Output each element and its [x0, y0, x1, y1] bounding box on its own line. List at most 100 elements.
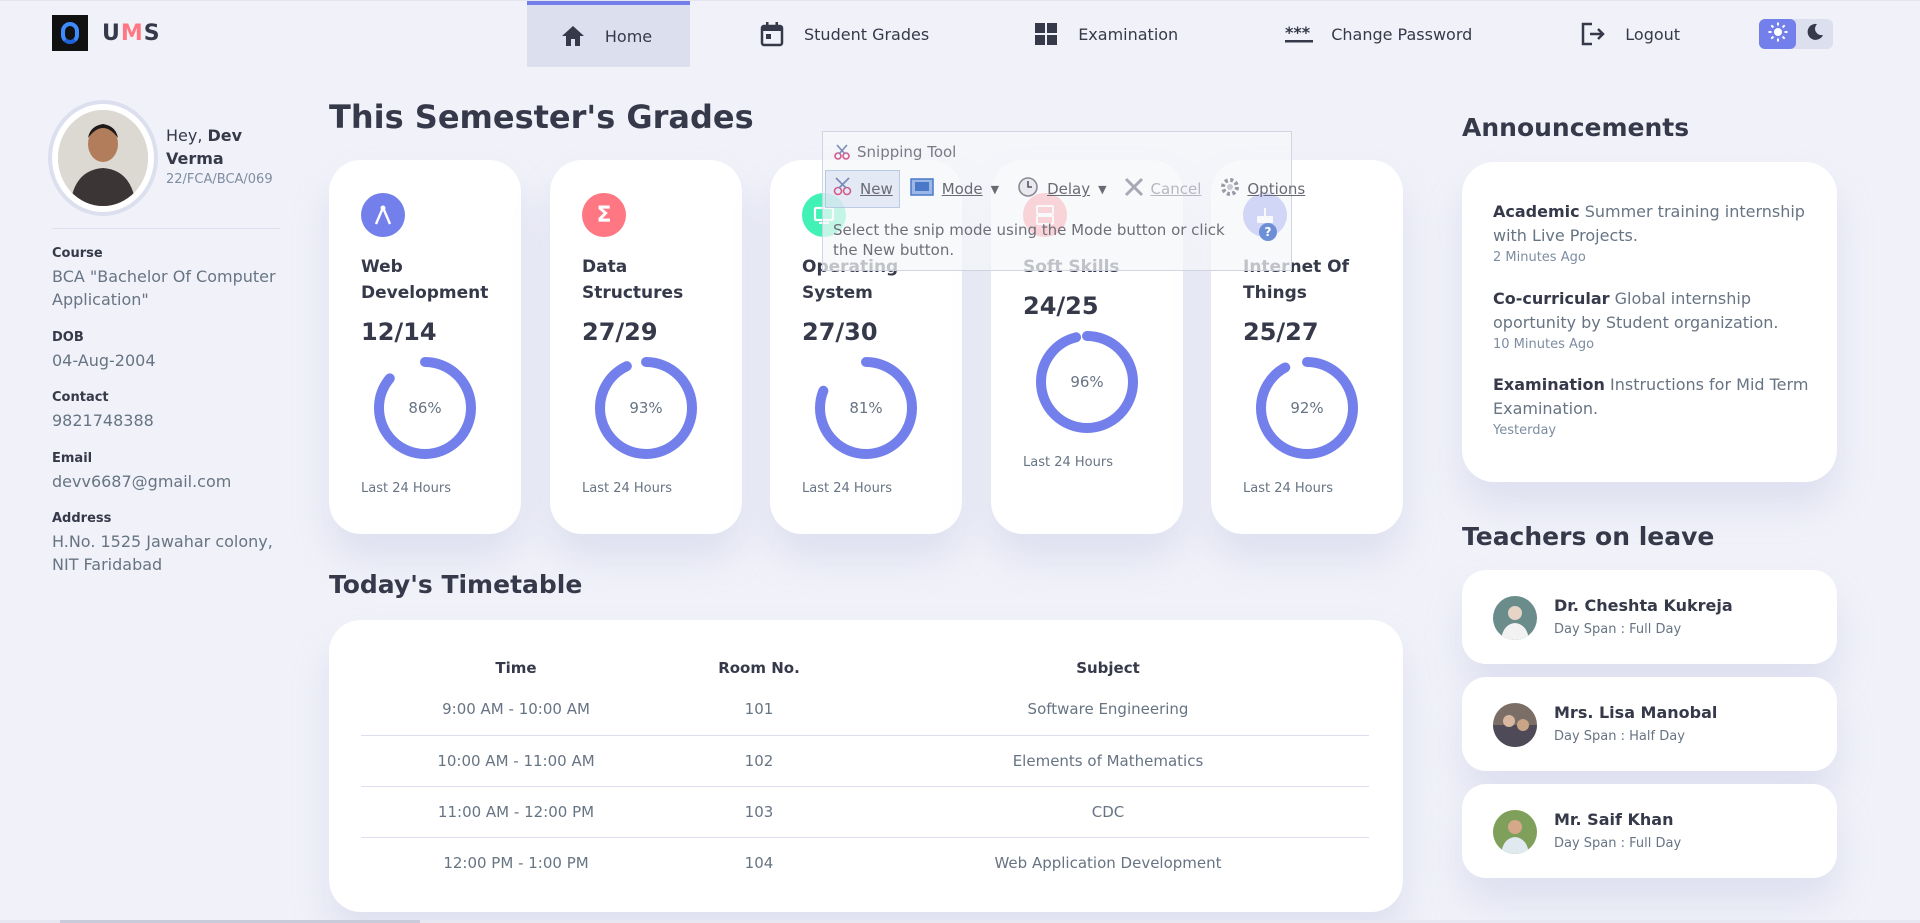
- snip-mode-button[interactable]: Mode ▼: [904, 170, 1005, 208]
- scissors-icon: [832, 177, 854, 201]
- snip-cancel-button[interactable]: Cancel: [1117, 170, 1208, 208]
- theme-toggle[interactable]: [1759, 19, 1833, 49]
- announcement-text: Co-curricular Global internship oportuni…: [1493, 289, 1779, 332]
- time-cell: 12:00 PM - 1:00 PM: [443, 853, 589, 872]
- table-row: 10:00 AM - 11:00 AM 102 Elements of Math…: [361, 735, 1369, 787]
- announcement-item[interactable]: Co-curricular Global internship oportuni…: [1493, 287, 1813, 352]
- snip-options-button[interactable]: Options: [1213, 170, 1311, 208]
- time-cell: 9:00 AM - 10:00 AM: [361, 684, 671, 736]
- svg-text:***: ***: [1285, 24, 1311, 42]
- email-label: Email: [52, 451, 93, 466]
- light-mode-button[interactable]: [1759, 19, 1796, 49]
- time-cell: 10:00 AM - 11:00 AM: [361, 735, 671, 787]
- teacher-day-span: Day Span : Half Day: [1554, 729, 1685, 744]
- profile-photo: [52, 104, 154, 212]
- announcement-item[interactable]: Academic Summer training internship with…: [1493, 200, 1813, 265]
- calendar-icon: [758, 20, 786, 48]
- dob-field: DOB 04-Aug-2004: [52, 330, 280, 372]
- nav-student-grades-label: Student Grades: [804, 24, 930, 44]
- room-cell: 103: [671, 786, 847, 838]
- contact-field: Contact 9821748388: [52, 390, 280, 432]
- timetable-card: Time Room No. Subject 9:00 AM - 10:00 AM…: [329, 620, 1403, 912]
- teacher-card[interactable]: Mr. Saif Khan Day Span : Full Day: [1462, 784, 1837, 878]
- dropdown-arrow-icon: ▼: [990, 182, 1000, 196]
- avatar: [58, 110, 148, 206]
- divider: [52, 228, 280, 229]
- moon-icon: [1806, 23, 1824, 45]
- card-caption: Last 24 Hours: [802, 481, 892, 496]
- snip-new-button[interactable]: New: [825, 170, 900, 208]
- close-icon: [1123, 176, 1145, 202]
- sigma-icon: Σ: [582, 193, 626, 237]
- snip-delay-button[interactable]: Delay ▼: [1011, 170, 1112, 208]
- subject-name: Web Development: [361, 257, 489, 303]
- progress-percent: 92%: [1290, 399, 1324, 417]
- announcements-card: Academic Summer training internship with…: [1462, 162, 1837, 482]
- email-value: devv6687@gmail.com: [52, 472, 232, 491]
- logo-text: UMS: [102, 20, 161, 46]
- progress-ring: 96%: [1035, 330, 1139, 434]
- column-header-room: Room No.: [718, 659, 800, 677]
- table-row: 9:00 AM - 10:00 AM 101 Software Engineer…: [361, 684, 1369, 736]
- dark-mode-button[interactable]: [1796, 19, 1833, 49]
- grade-card[interactable]: Σ Data Structures 27/29 93% Last 24 Hour…: [550, 160, 742, 534]
- table-header-row: Time Room No. Subject: [361, 652, 1369, 684]
- teacher-avatar: [1493, 596, 1537, 640]
- subject-cell: Software Engineering: [847, 684, 1369, 736]
- announcements-heading: Announcements: [1462, 113, 1690, 142]
- announcement-text: Examination Instructions for Mid Term Ex…: [1493, 375, 1809, 418]
- snipping-tool-window[interactable]: Snipping Tool New Mode▼ Delay▼ Cancel: [822, 131, 1305, 271]
- nav-examination[interactable]: Examination: [1032, 1, 1178, 67]
- announcement-tag: Co-curricular: [1493, 289, 1610, 308]
- grade-card[interactable]: Web Development 12/14 86% Last 24 Hours: [329, 160, 521, 534]
- card-caption: Last 24 Hours: [1023, 455, 1113, 470]
- logo[interactable]: UMS: [52, 15, 161, 51]
- announcement-tag: Academic: [1493, 202, 1580, 221]
- teacher-day-span: Day Span : Full Day: [1554, 622, 1682, 637]
- card-caption: Last 24 Hours: [361, 481, 451, 496]
- subject-score: 24/25: [1023, 292, 1099, 320]
- sun-icon: [1768, 22, 1788, 46]
- column-header-subject: Subject: [1076, 659, 1140, 677]
- announcement-item[interactable]: Examination Instructions for Mid Term Ex…: [1493, 373, 1813, 438]
- password-icon: ***: [1285, 20, 1314, 48]
- nav-logout-label: Logout: [1625, 24, 1681, 44]
- teacher-day-span: Day Span : Full Day: [1554, 836, 1682, 851]
- greeting: Hey, Dev Verma: [166, 126, 243, 168]
- address-label: Address: [52, 511, 112, 526]
- teacher-card[interactable]: Mrs. Lisa Manobal Day Span : Half Day: [1462, 677, 1837, 771]
- course-label: Course: [52, 246, 103, 261]
- profile-panel: Hey, Dev Verma 22/FCA/BCA/069 Course BCA…: [52, 104, 280, 574]
- dob-label: DOB: [52, 330, 84, 345]
- roll-number: 22/FCA/BCA/069: [166, 172, 273, 187]
- progress-ring: 93%: [594, 356, 698, 460]
- progress-ring: 81%: [814, 356, 918, 460]
- subject-score: 27/30: [802, 318, 878, 346]
- gear-icon: [1219, 176, 1241, 202]
- progress-percent: 93%: [629, 399, 663, 417]
- nav-logout[interactable]: Logout: [1579, 1, 1680, 67]
- nav-change-password[interactable]: *** Change Password: [1285, 1, 1472, 67]
- teacher-card[interactable]: Dr. Cheshta Kukreja Day Span : Full Day: [1462, 570, 1837, 664]
- main-nav: Home Student Grades Examination *** Chan…: [527, 1, 1680, 67]
- nav-student-grades[interactable]: Student Grades: [758, 1, 929, 67]
- nav-home[interactable]: Home: [527, 1, 690, 67]
- address-value: H.No. 1525 Jawahar colony, NIT Faridabad: [52, 532, 273, 574]
- top-navigation: UMS Home Student Grades Examination *** …: [0, 0, 1920, 67]
- subject-name: Data Structures: [582, 257, 684, 303]
- compass-icon: [361, 193, 405, 237]
- teachers-leave-heading: Teachers on leave: [1462, 522, 1715, 551]
- teacher-avatar: [1493, 703, 1537, 747]
- announcement-tag: Examination: [1493, 375, 1605, 394]
- progress-percent: 81%: [849, 399, 883, 417]
- contact-label: Contact: [52, 390, 109, 405]
- email-field: Email devv6687@gmail.com: [52, 451, 280, 493]
- mode-icon: [909, 178, 934, 200]
- home-icon: [559, 22, 587, 50]
- table-row: 11:00 AM - 12:00 PM 103 CDC: [361, 786, 1369, 838]
- announcement-time: 2 Minutes Ago: [1493, 250, 1586, 265]
- subject-score: 25/27: [1243, 318, 1319, 346]
- help-icon[interactable]: ?: [1259, 223, 1277, 241]
- subject-cell: Elements of Mathematics: [847, 735, 1369, 787]
- logo-icon: [52, 15, 88, 51]
